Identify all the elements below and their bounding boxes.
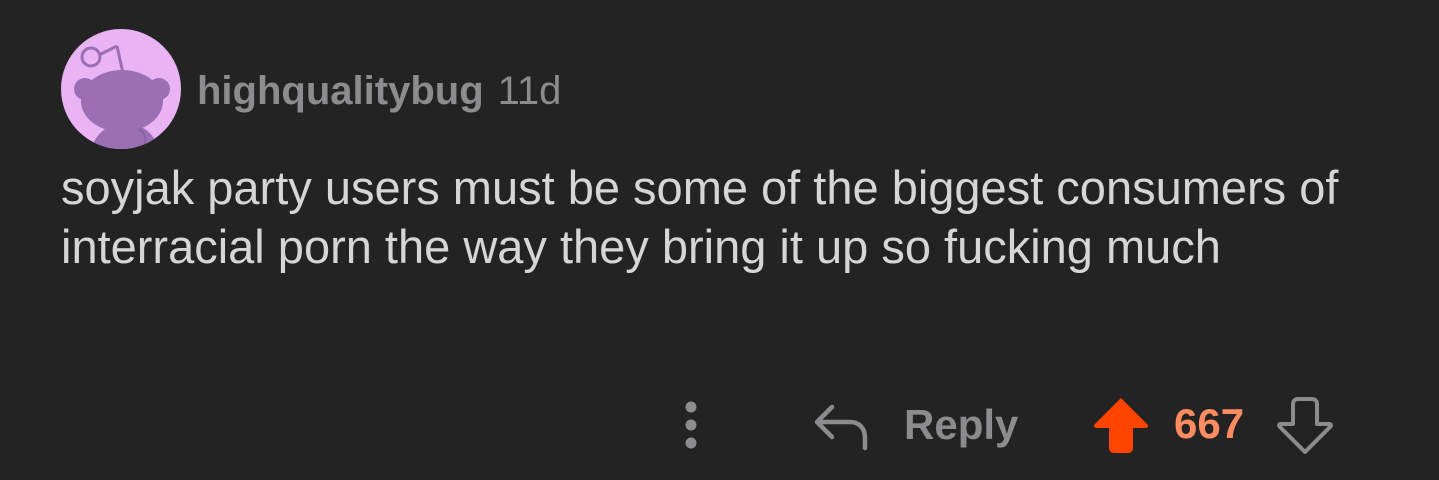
upvote-button[interactable] xyxy=(1092,394,1150,456)
comment-header: highqualitybug 11d xyxy=(61,29,561,149)
comment-meta: highqualitybug 11d xyxy=(197,69,561,114)
downvote-button[interactable] xyxy=(1276,394,1334,456)
reply-button[interactable]: Reply xyxy=(812,394,1018,456)
downvote-arrow-icon xyxy=(1277,397,1333,454)
more-vertical-icon xyxy=(685,401,697,449)
vote-score: 667 xyxy=(1174,400,1245,447)
comment-age: 11d xyxy=(497,68,562,113)
upvote-arrow-icon xyxy=(1093,398,1149,453)
snoo-avatar-icon xyxy=(74,44,170,149)
comment-actions: Reply 667 xyxy=(0,390,1439,460)
comment-card: highqualitybug 11d soyjak party users mu… xyxy=(0,0,1439,480)
username-link[interactable]: highqualitybug xyxy=(197,69,484,114)
comment-body: soyjak party users must be some of the b… xyxy=(61,161,1339,273)
reply-label: Reply xyxy=(904,401,1019,448)
reply-arrow-icon xyxy=(814,404,868,451)
avatar[interactable] xyxy=(61,29,181,149)
more-options-button[interactable] xyxy=(672,390,712,460)
